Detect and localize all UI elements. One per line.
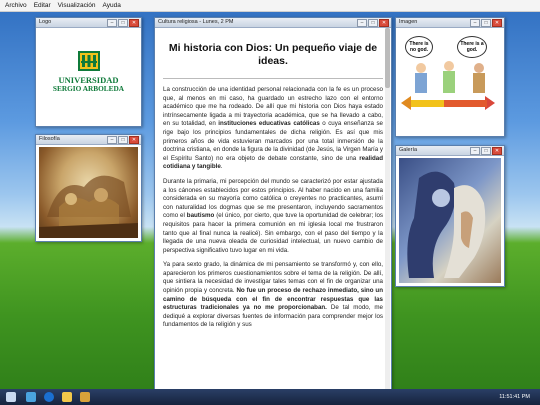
galeria-window-title: Galería	[399, 147, 418, 153]
heading-divider	[163, 78, 383, 79]
logo-line2: SERGIO ARBOLEDA	[52, 84, 125, 93]
browser-icon[interactable]	[44, 392, 54, 402]
article-paragraph: Ya para sexto grado, la dinámica de mi p…	[163, 261, 383, 329]
close-button[interactable]: ✕	[492, 19, 502, 27]
maximize-button[interactable]: □	[481, 19, 491, 27]
scrollbar[interactable]	[385, 28, 390, 389]
close-button[interactable]: ✕	[379, 19, 389, 27]
main-window-titlebar[interactable]: Cultura religiosa - Lunes, 2 PM – □ ✕	[155, 18, 391, 28]
menu-editar[interactable]: Editar	[34, 2, 51, 9]
galeria-window[interactable]: Galería – □ ✕	[395, 145, 505, 287]
minimize-button[interactable]: –	[357, 19, 367, 27]
menu-bar: Archivo Editar Visualización Ayuda	[0, 0, 540, 12]
main-window-title: Cultura religiosa - Lunes, 2 PM	[158, 19, 234, 25]
close-button[interactable]: ✕	[492, 147, 502, 155]
menu-ayuda[interactable]: Ayuda	[103, 2, 121, 9]
maximize-button[interactable]: □	[368, 19, 378, 27]
maximize-button[interactable]: □	[118, 19, 128, 27]
close-button[interactable]: ✕	[129, 136, 139, 144]
university-crest-icon	[77, 51, 100, 71]
logo-window-title: Logo	[39, 19, 52, 25]
filosofia-window[interactable]: Filosofía – □ ✕	[35, 134, 142, 242]
article-paragraph: Durante la primaria, mi percepción del m…	[163, 177, 383, 254]
menu-visualizacion[interactable]: Visualización	[58, 2, 96, 9]
app-icon[interactable]	[26, 392, 36, 402]
logo-frame: UNIVERSIDAD SERGIO ARBOLEDA	[39, 30, 138, 123]
filosofia-window-title: Filosofía	[39, 136, 60, 142]
article-heading: Mi historia con Dios: Un pequeño viaje d…	[168, 42, 378, 67]
article-paragraph: La construcción de una identidad persona…	[163, 86, 383, 171]
scrollbar-thumb[interactable]	[385, 28, 390, 88]
media-icon[interactable]	[80, 392, 90, 402]
imagen-window-titlebar[interactable]: Imagen – □ ✕	[396, 18, 504, 28]
minimize-button[interactable]: –	[470, 19, 480, 27]
minimize-button[interactable]: –	[470, 147, 480, 155]
imagen-window-title: Imagen	[399, 19, 418, 25]
galeria-window-titlebar[interactable]: Galería – □ ✕	[396, 146, 504, 156]
minimize-button[interactable]: –	[107, 136, 117, 144]
logo-window[interactable]: Logo – □ ✕ UNIVERSIDAD SERGIO ARBOLEDA	[35, 17, 142, 127]
close-button[interactable]: ✕	[129, 19, 139, 27]
menu-archivo[interactable]: Archivo	[5, 2, 27, 9]
maximize-button[interactable]: □	[481, 147, 491, 155]
people-arguing-icon	[401, 61, 495, 110]
start-icon[interactable]	[6, 392, 16, 402]
taskbar-clock: 11:51:41 PM	[499, 394, 530, 400]
folder-icon[interactable]	[62, 392, 72, 402]
debate-cartoon: There is no god. There is a god.	[399, 30, 501, 133]
imagen-window[interactable]: Imagen – □ ✕ There is no god. There is a…	[395, 17, 505, 137]
gallery-painting	[399, 158, 501, 283]
taskbar: 11:51:41 PM	[0, 389, 540, 405]
logo-window-titlebar[interactable]: Logo – □ ✕	[36, 18, 141, 28]
philosophy-painting	[39, 147, 138, 238]
praying-figures-image	[407, 171, 486, 278]
surreal-faces-image	[39, 175, 138, 238]
main-article-window[interactable]: Cultura religiosa - Lunes, 2 PM – □ ✕ Mi…	[154, 17, 392, 390]
filosofia-window-titlebar[interactable]: Filosofía – □ ✕	[36, 135, 141, 145]
article-body[interactable]: Mi historia con Dios: Un pequeño viaje d…	[163, 28, 383, 390]
maximize-button[interactable]: □	[118, 136, 128, 144]
minimize-button[interactable]: –	[107, 19, 117, 27]
